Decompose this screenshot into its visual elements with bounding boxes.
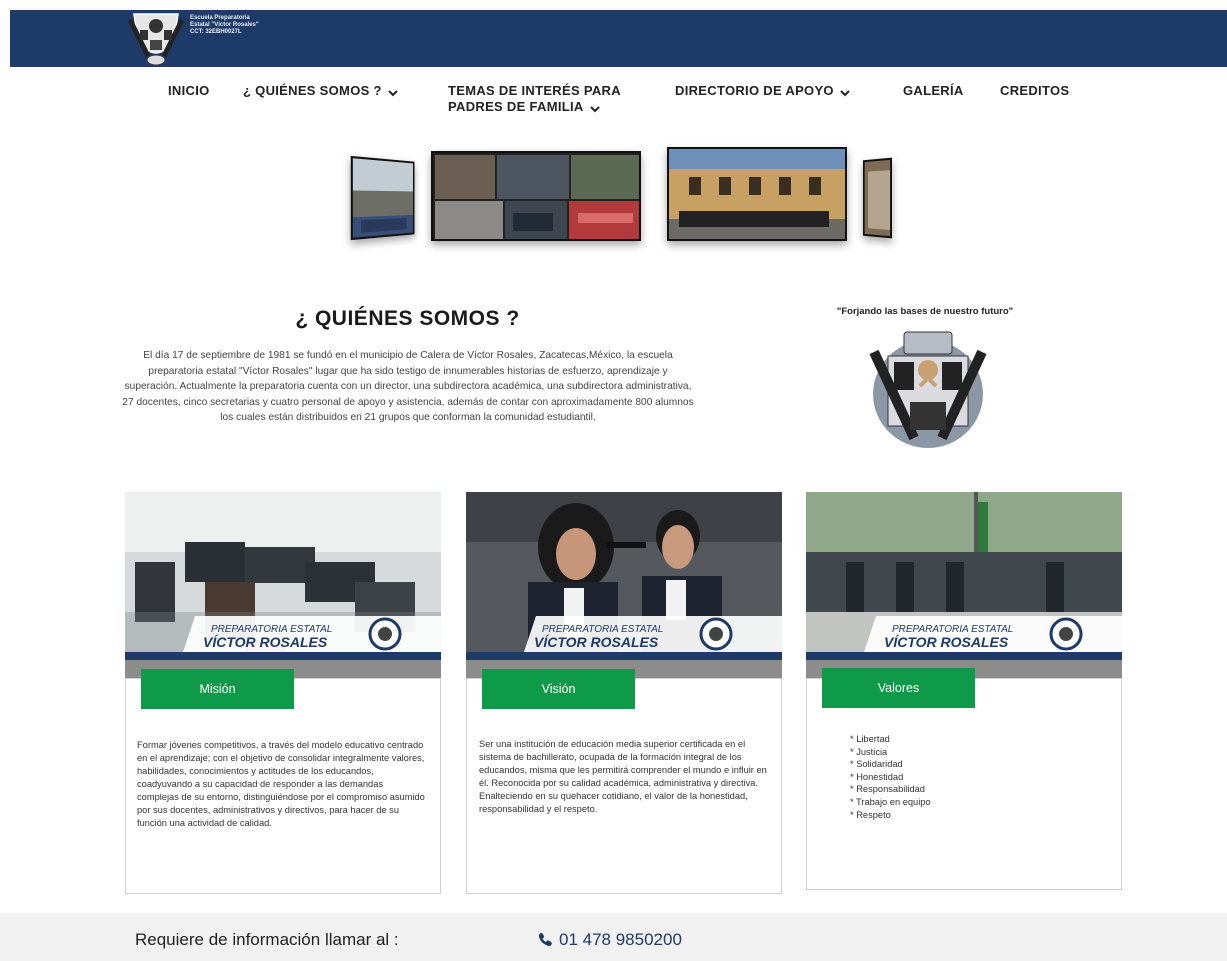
nav-directorio-apoyo[interactable]: DIRECTORIO DE APOYO [675, 83, 850, 99]
carousel-slide-collage[interactable] [431, 151, 641, 241]
school-logo[interactable] [126, 10, 186, 68]
chevron-down-icon [388, 90, 398, 97]
school-identifier: Escuela Preparatoria Estatal "Víctor Ros… [190, 15, 259, 36]
valores-banner-line2: VÍCTOR ROSALES [884, 634, 1009, 650]
vision-image: PREPARATORIA ESTATAL VÍCTOR ROSALES [466, 492, 782, 678]
mision-image: PREPARATORIA ESTATAL VÍCTOR ROSALES [125, 492, 441, 678]
about-title: ¿ QUIÉNES SOMOS ? [295, 307, 520, 330]
valores-list: * Libertad * Justicia * Solidaridad * Ho… [850, 733, 931, 821]
header-bar: Escuela Preparatoria Estatal "Víctor Ros… [10, 10, 1227, 67]
valores-tab[interactable]: Valores [822, 668, 975, 708]
main-nav: INICIO ¿ QUIÉNES SOMOS ? TEMAS DE INTERÉ… [0, 83, 1227, 123]
carousel-slide-right[interactable] [862, 157, 893, 239]
nav-quienes-somos[interactable]: ¿ QUIÉNES SOMOS ? [243, 83, 398, 99]
value-item: * Libertad [850, 734, 890, 744]
nav-creditos[interactable]: CREDITOS [1000, 83, 1069, 99]
contact-label: Requiere de información llamar al : [135, 930, 399, 949]
vision-text: Ser una institución de educación media s… [479, 739, 767, 814]
contact-footer: Requiere de información llamar al : 01 4… [0, 913, 1227, 961]
nav-directorio-label: DIRECTORIO DE APOYO [675, 83, 834, 98]
nav-inicio-label: INICIO [168, 83, 210, 98]
nav-quienes-somos-label: ¿ QUIÉNES SOMOS ? [243, 83, 382, 98]
phone-link[interactable]: 01 478 9850200 [537, 930, 682, 950]
chevron-down-icon [840, 90, 850, 97]
mision-tab[interactable]: Misión [141, 669, 294, 709]
value-item: * Trabajo en equipo [850, 796, 931, 807]
vision-tab[interactable]: Visión [482, 669, 635, 709]
school-motto: "Forjando las bases de nuestro futuro" [836, 306, 1014, 317]
vision-banner-line2: VÍCTOR ROSALES [534, 634, 659, 650]
value-item: * Honestidad [850, 771, 904, 782]
value-item: * Responsabilidad [850, 784, 925, 795]
about-text: El día 17 de septiembre de 1981 se fundó… [122, 350, 694, 423]
phone-icon [538, 932, 552, 946]
photo-carousel[interactable] [345, 145, 895, 245]
value-item: * Justicia [850, 746, 888, 757]
nav-creditos-label: CREDITOS [1000, 83, 1070, 98]
carousel-slide-left[interactable] [350, 155, 415, 241]
phone-number: 01 478 9850200 [559, 930, 682, 949]
nav-temas-label-line1: TEMAS DE INTERÉS PARA [448, 83, 621, 98]
school-name-line2: Estatal "Víctor Rosales" [190, 22, 259, 28]
school-name-line1: Escuela Preparatoria [190, 15, 250, 21]
nav-temas-label-line2: PADRES DE FAMILIA [448, 99, 584, 114]
mision-banner-line2: VÍCTOR ROSALES [203, 634, 328, 650]
value-item: * Solidaridad [850, 759, 903, 770]
school-cct: CCT: 32EBH0027L [190, 29, 242, 35]
nav-inicio[interactable]: INICIO [168, 83, 210, 99]
nav-galeria-label: GALERÍA [903, 83, 964, 98]
valores-image: PREPARATORIA ESTATAL VÍCTOR ROSALES [806, 492, 1122, 678]
chevron-down-icon [589, 106, 600, 113]
carousel-slide-center[interactable] [667, 147, 847, 241]
school-crest-image [869, 331, 987, 448]
value-item: * Respeto [850, 809, 891, 820]
nav-temas-padres[interactable]: TEMAS DE INTERÉS PARA PADRES DE FAMILIA [448, 83, 621, 115]
mision-text: Formar jóvenes competitivos, a través de… [137, 740, 425, 828]
nav-galeria[interactable]: GALERÍA [903, 83, 964, 99]
